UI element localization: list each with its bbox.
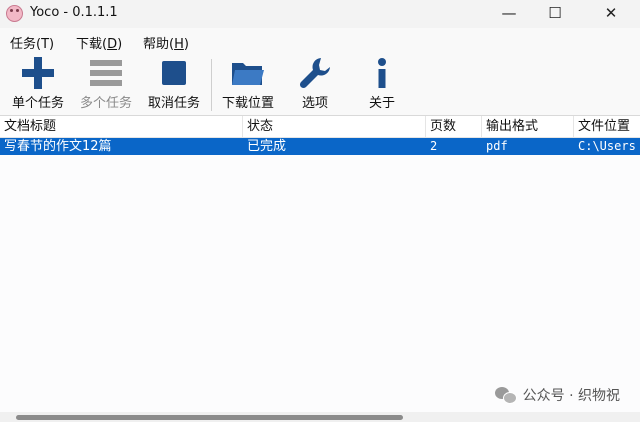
about-button[interactable]: 关于 xyxy=(362,55,402,113)
watermark-text: 公众号 · 织物祝 xyxy=(522,388,620,404)
folder-icon xyxy=(228,55,268,91)
cancel-task-label: 取消任务 xyxy=(147,96,200,111)
watermark: 公众号 · 织物祝 xyxy=(494,385,620,405)
minimize-button[interactable]: — xyxy=(486,0,532,26)
menu-bar: 任务(T) 下载(D) 帮助(H) xyxy=(0,30,640,54)
column-header-format[interactable]: 输出格式 xyxy=(482,116,574,137)
menu-download[interactable]: 下载(D) xyxy=(76,33,122,52)
cell-pages: 2 xyxy=(430,139,438,153)
about-label: 关于 xyxy=(368,96,395,111)
download-location-button[interactable]: 下载位置 xyxy=(220,55,276,113)
app-logo-icon xyxy=(6,5,23,22)
cell-status: 已完成 xyxy=(247,139,287,154)
cell-location: C:\Users xyxy=(578,139,636,153)
column-header-title[interactable]: 文档标题 xyxy=(0,116,243,137)
table-header: 文档标题 状态 页数 输出格式 文件位置 xyxy=(0,116,640,138)
close-button[interactable]: ✕ xyxy=(588,0,634,26)
window-title: Yoco - 0.1.1.1 xyxy=(30,5,118,20)
toolbar: 单个任务 多个任务 取消任务 下载位置 选项 关于 xyxy=(0,55,640,113)
single-task-button[interactable]: 单个任务 xyxy=(10,55,66,113)
column-header-pages[interactable]: 页数 xyxy=(426,116,482,137)
column-header-location[interactable]: 文件位置 xyxy=(574,116,640,137)
table-row[interactable]: 写春节的作文12篇 已完成 2 pdf C:\Users xyxy=(0,138,640,155)
column-header-status[interactable]: 状态 xyxy=(243,116,426,137)
wechat-icon xyxy=(494,387,517,404)
cancel-task-button[interactable]: 取消任务 xyxy=(146,55,202,113)
scrollbar-thumb[interactable] xyxy=(16,415,403,420)
menu-help[interactable]: 帮助(H) xyxy=(143,33,189,52)
options-label: 选项 xyxy=(301,96,328,111)
task-table: 文档标题 状态 页数 输出格式 文件位置 写春节的作文12篇 已完成 2 pdf… xyxy=(0,115,640,413)
horizontal-scrollbar[interactable] xyxy=(0,412,640,422)
list-icon xyxy=(86,55,126,91)
menu-task[interactable]: 任务(T) xyxy=(10,33,54,52)
cell-title: 写春节的作文12篇 xyxy=(4,139,112,154)
multi-task-button[interactable]: 多个任务 xyxy=(78,55,134,113)
info-icon xyxy=(362,55,402,91)
toolbar-separator xyxy=(211,59,212,111)
download-location-label: 下载位置 xyxy=(221,96,274,111)
multi-task-label: 多个任务 xyxy=(79,96,132,111)
options-button[interactable]: 选项 xyxy=(293,55,337,113)
title-bar: Yoco - 0.1.1.1 — ☐ ✕ xyxy=(0,0,640,28)
maximize-button[interactable]: ☐ xyxy=(532,0,578,26)
single-task-label: 单个任务 xyxy=(11,96,64,111)
stop-icon xyxy=(154,55,194,91)
plus-icon xyxy=(18,55,58,91)
cell-format: pdf xyxy=(486,139,508,153)
wrench-icon xyxy=(295,55,335,91)
